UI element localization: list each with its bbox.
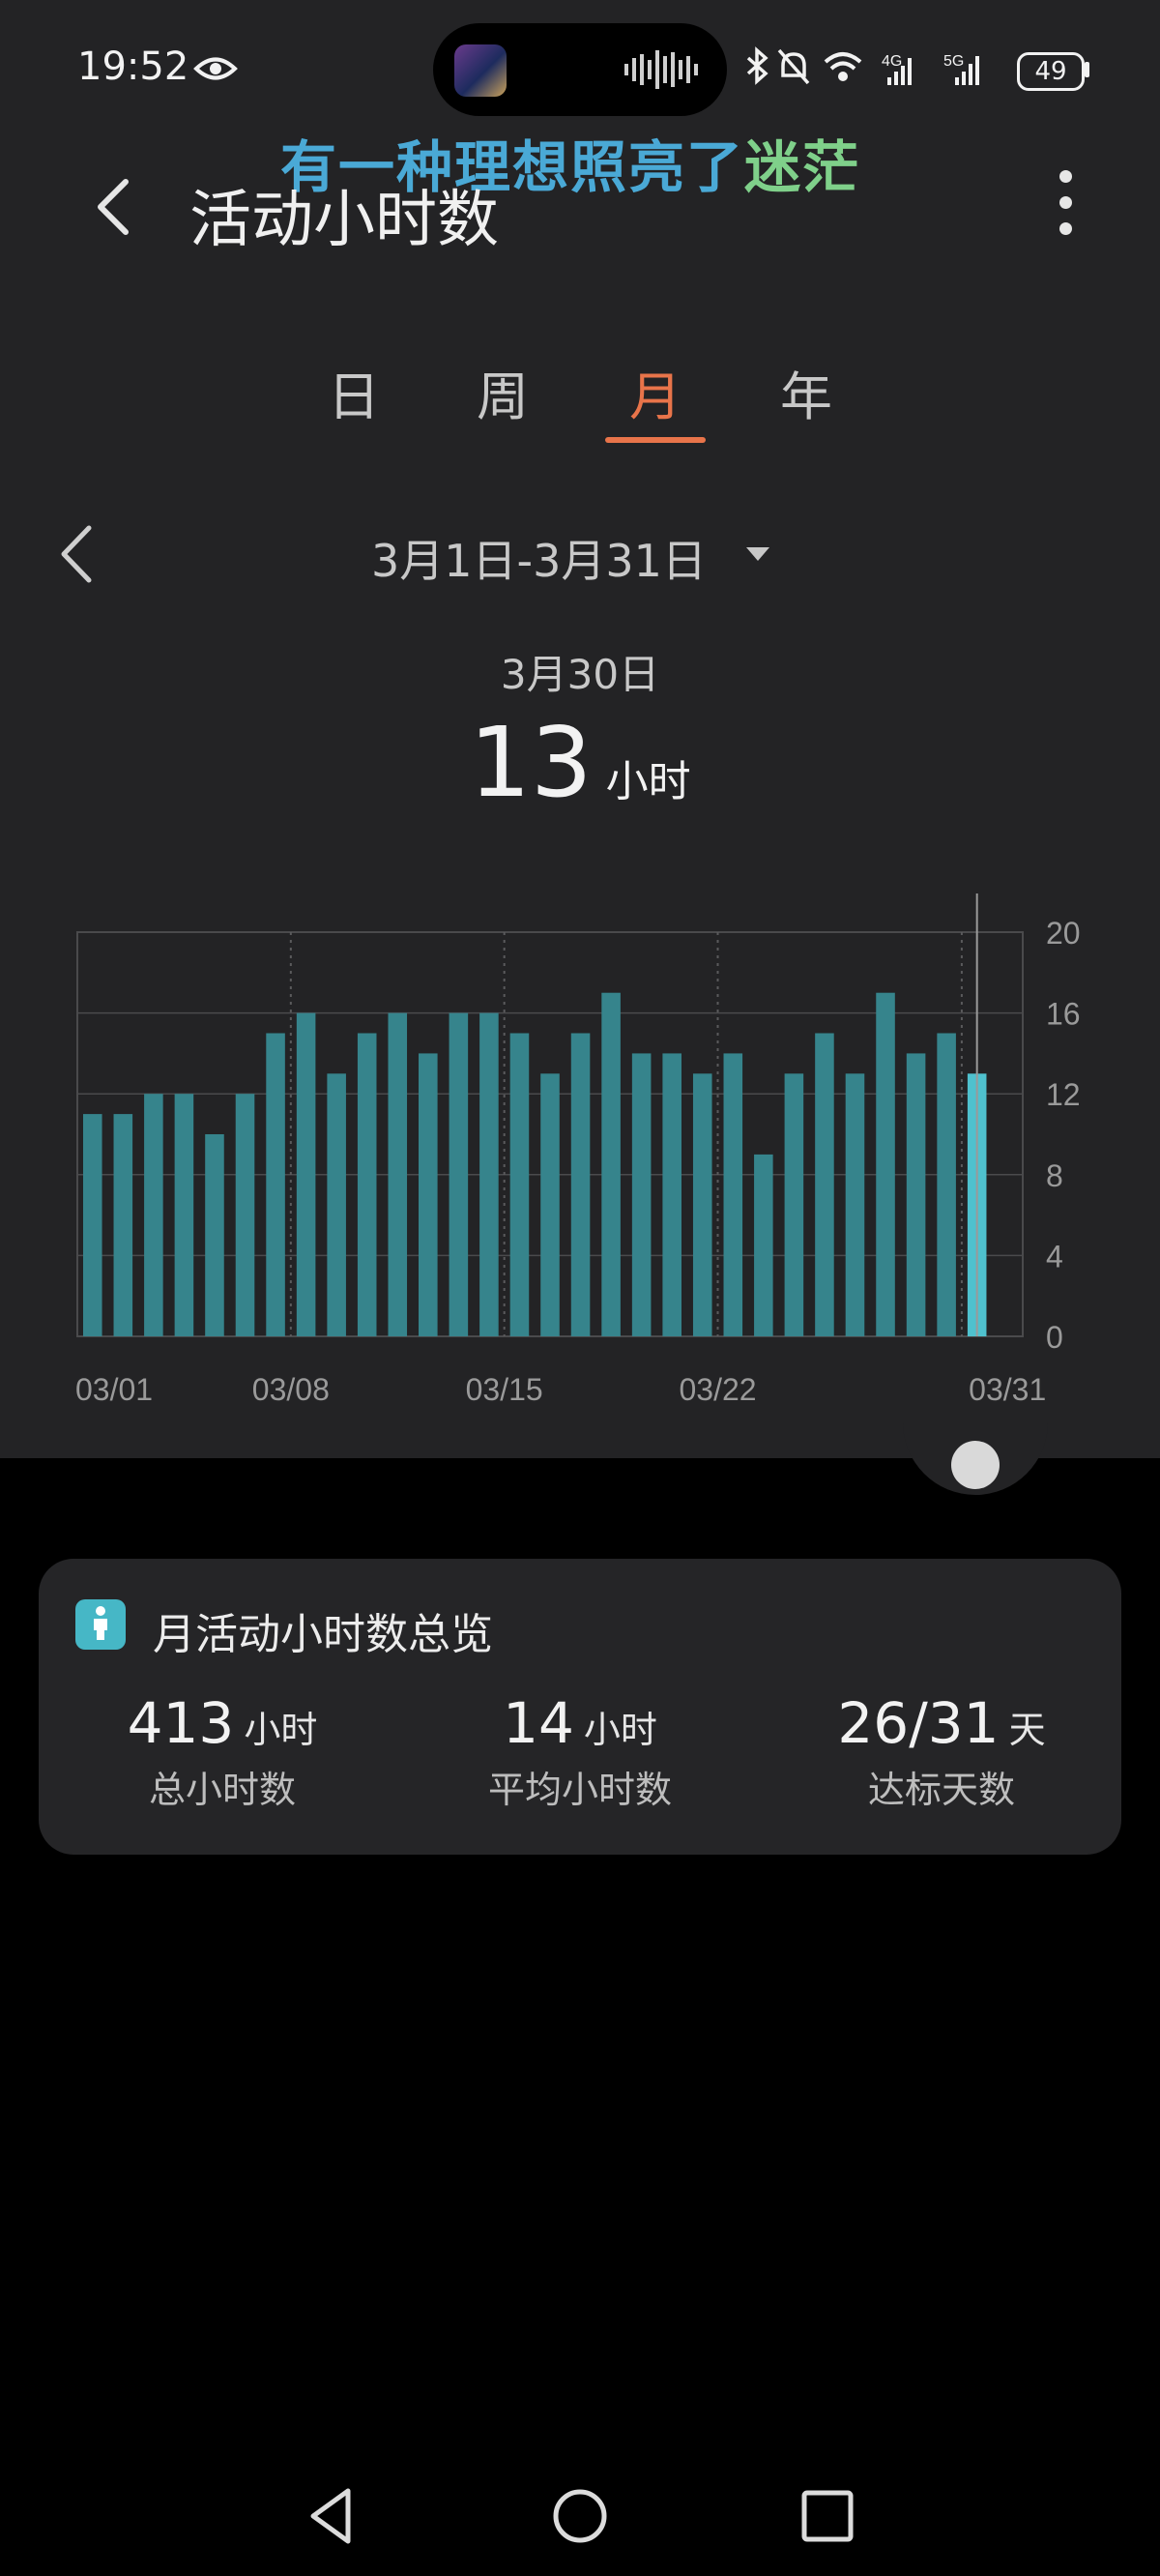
nav-recents-icon[interactable]: [797, 2485, 858, 2547]
stat-goal-value: 26/31: [837, 1690, 1000, 1756]
stat-total: 413 小时 总小时数: [39, 1690, 406, 1813]
bar: [82, 1114, 102, 1336]
album-art-icon: [454, 44, 507, 97]
bar: [937, 1033, 956, 1336]
bar: [509, 1033, 530, 1336]
wifi-icon: [824, 52, 862, 81]
date-range-selector[interactable]: 3月1日-3月31日: [371, 526, 707, 590]
bar: [662, 1053, 682, 1336]
back-button[interactable]: [81, 166, 149, 248]
tab-active-indicator: [605, 437, 706, 443]
svg-text:5G: 5G: [943, 53, 964, 70]
selected-value: 13 小时: [0, 706, 1160, 819]
bar: [692, 1073, 712, 1336]
bar: [235, 1094, 255, 1336]
bar: [906, 1053, 926, 1336]
battery-tip: [1085, 62, 1089, 77]
stat-goal-unit: 天: [1008, 1709, 1046, 1751]
chevron-left-icon: [61, 525, 92, 583]
bar: [357, 1033, 377, 1336]
bar: [815, 1033, 834, 1336]
status-icons: 4G 5G: [746, 46, 979, 85]
stat-average-unit: 小时: [583, 1709, 657, 1751]
bar: [479, 1012, 499, 1336]
nav-home-icon[interactable]: [549, 2485, 611, 2547]
stat-average-value: 14: [503, 1690, 574, 1756]
tab-month[interactable]: 月: [607, 354, 704, 430]
bar: [266, 1033, 285, 1336]
bar: [570, 1033, 591, 1336]
y-tick-label: 8: [1046, 1158, 1063, 1193]
bluetooth-icon: [746, 46, 768, 85]
y-tick-label: 12: [1046, 1077, 1081, 1112]
stat-goal-days: 26/31 天 达标天数: [758, 1690, 1125, 1813]
bar: [540, 1073, 560, 1336]
y-tick-label: 4: [1046, 1239, 1063, 1273]
bar: [754, 1154, 773, 1336]
previous-range-button[interactable]: [54, 522, 102, 586]
selected-date: 3月30日: [500, 651, 660, 698]
tab-week[interactable]: 周: [454, 354, 551, 430]
bar: [174, 1094, 194, 1336]
x-tick-label: 03/31: [969, 1372, 1046, 1407]
stat-average: 14 小时 平均小时数: [396, 1690, 764, 1813]
battery-indicator: 49: [1017, 52, 1085, 91]
bar: [784, 1073, 804, 1336]
page-title: 活动小时数: [189, 185, 499, 256]
lyric-tail: 迷茫: [744, 134, 861, 200]
bar: [419, 1053, 438, 1336]
y-tick-label: 20: [1046, 916, 1081, 951]
mute-icon: [777, 48, 810, 85]
stat-total-value: 413: [127, 1690, 235, 1756]
x-tick-label: 03/15: [466, 1372, 543, 1407]
selected-unit: 小时: [605, 757, 691, 806]
tab-year[interactable]: 年: [758, 354, 855, 430]
x-tick-label: 03/01: [75, 1372, 153, 1407]
bar: [631, 1053, 652, 1336]
summary-title: 月活动小时数总览: [153, 1610, 493, 1659]
svg-text:4G: 4G: [882, 53, 902, 70]
more-dot: [1058, 196, 1072, 209]
bar: [113, 1114, 133, 1336]
stat-average-label: 平均小时数: [487, 1769, 672, 1811]
activity-hours-chart[interactable]: 20 16 12 8 4 0 03/01 03/08 03/15 03/22 03/31: [0, 870, 1160, 1412]
bar: [327, 1073, 346, 1336]
chevron-left-icon: [98, 179, 129, 235]
bar: [449, 1012, 469, 1336]
y-tick-label: 16: [1046, 997, 1081, 1032]
x-tick-label: 03/22: [679, 1372, 756, 1407]
stat-goal-label: 达标天数: [867, 1769, 1015, 1811]
bar: [205, 1134, 224, 1336]
selected-hours: 13: [469, 706, 593, 819]
bar: [876, 992, 895, 1336]
caret-down-icon[interactable]: [746, 547, 769, 561]
bar: [845, 1073, 865, 1336]
bar: [601, 992, 621, 1336]
person-icon: [75, 1599, 126, 1650]
bar: [388, 1012, 408, 1336]
more-dot: [1058, 170, 1072, 183]
nav-back-icon[interactable]: [302, 2485, 363, 2547]
bar: [296, 1012, 316, 1336]
y-tick-label: 0: [1046, 1320, 1063, 1355]
stat-total-label: 总小时数: [148, 1769, 296, 1811]
bar: [723, 1053, 743, 1336]
status-time: 19:52: [77, 44, 189, 89]
eye-icon: [193, 57, 238, 80]
audio-wave-icon: [624, 50, 698, 89]
chart-scrubber-handle[interactable]: [951, 1441, 1000, 1489]
more-dot: [1058, 222, 1072, 235]
more-options-button[interactable]: [1044, 170, 1087, 244]
tab-day[interactable]: 日: [305, 354, 402, 430]
bar: [144, 1094, 163, 1336]
stat-total-unit: 小时: [244, 1709, 318, 1751]
x-tick-label: 03/08: [252, 1372, 330, 1407]
